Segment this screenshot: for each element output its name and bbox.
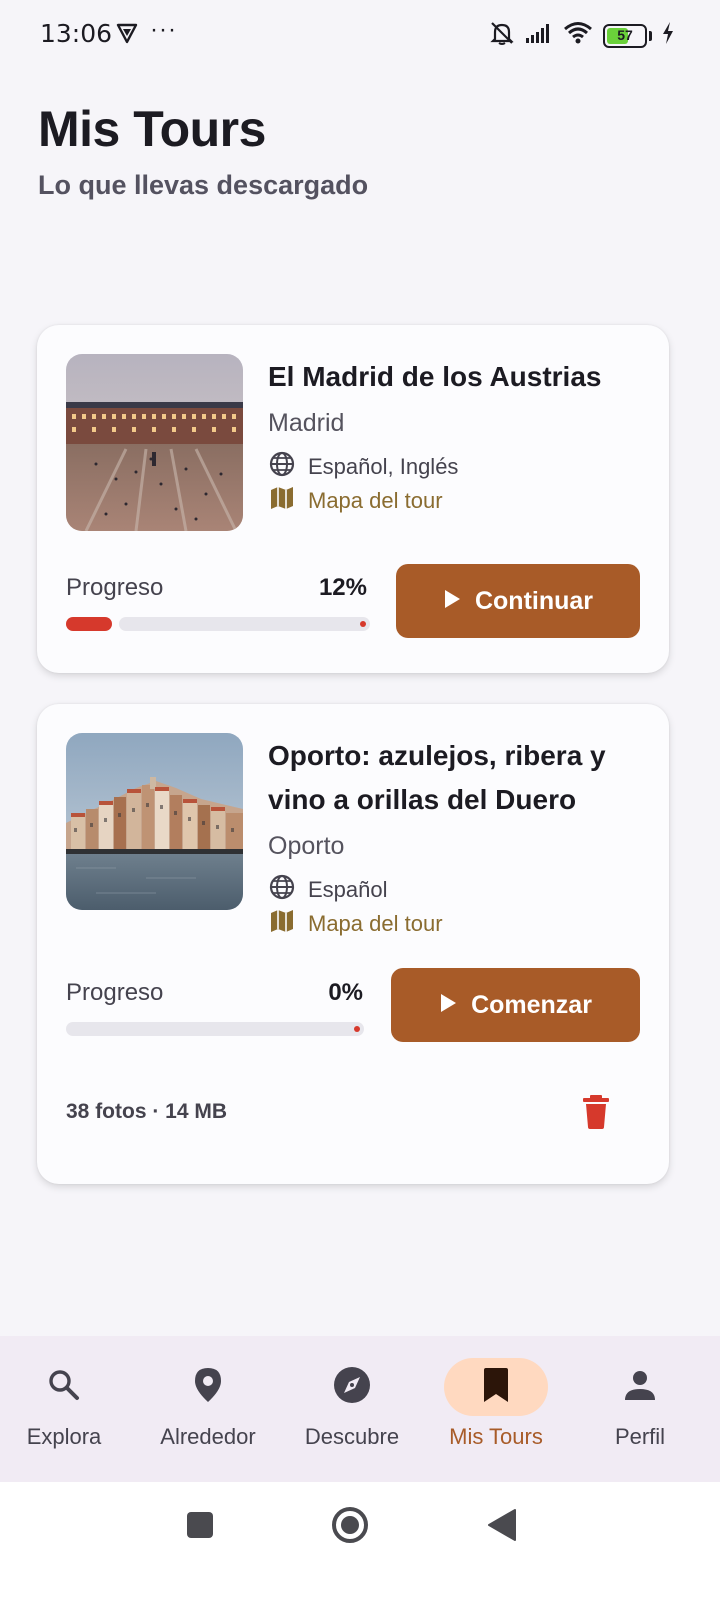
nav-item-perfil[interactable]: Perfil <box>568 1336 712 1482</box>
play-icon <box>439 991 457 1020</box>
nav-item-descubre[interactable]: Descubre <box>280 1336 424 1482</box>
tour-languages: Español, Inglés <box>268 450 458 484</box>
map-link-label[interactable]: Mapa del tour <box>308 911 443 937</box>
bottom-navigation: Explora Alrededor Descubre Mis Tours Per… <box>0 1336 720 1482</box>
tour-title: Oporto: azulejos, ribera y vino a orilla… <box>268 740 606 815</box>
nav-icon-container <box>444 1358 548 1416</box>
globe-icon <box>268 873 296 907</box>
nav-label: Explora <box>26 1424 102 1449</box>
progress-label: Progreso <box>66 979 164 1006</box>
tour-thumbnail <box>66 733 243 910</box>
nav-icon-container <box>156 1358 260 1416</box>
tour-thumbnail <box>66 354 243 531</box>
tour-map-link[interactable]: Mapa del tour <box>268 907 443 941</box>
map-link-label[interactable]: Mapa del tour <box>308 488 443 514</box>
system-navigation-bar <box>0 1482 720 1600</box>
progress-label: Progreso <box>66 574 164 601</box>
battery-icon: 57 <box>603 23 647 48</box>
progress-percent: 0% <box>328 979 363 1006</box>
bell-off-icon <box>489 20 515 51</box>
nav-label: Alrededor <box>160 1424 256 1449</box>
tour-city: Madrid <box>268 409 345 437</box>
nav-label: Mis Tours <box>449 1424 543 1449</box>
globe-icon <box>268 450 296 484</box>
nav-item-alrededor[interactable]: Alrededor <box>136 1336 280 1482</box>
nav-icon-container <box>588 1358 692 1416</box>
battery-tip <box>649 30 652 41</box>
back-button[interactable] <box>487 1508 517 1547</box>
more-notifications-icon: ··· <box>150 16 177 43</box>
person-icon <box>623 1368 657 1407</box>
nav-item-mis-tours[interactable]: Mis Tours <box>424 1336 568 1482</box>
compass-icon <box>332 1365 372 1410</box>
tour-title: El Madrid de los Austrias <box>268 361 602 392</box>
map-icon <box>268 484 296 518</box>
bookmark-icon <box>482 1367 510 1408</box>
tour-languages-text: Español <box>308 877 388 902</box>
nav-item-explora[interactable]: Explora <box>0 1336 136 1482</box>
map-icon <box>268 907 296 941</box>
tour-city: Oporto <box>268 832 345 860</box>
tour-card[interactable]: Oporto: azulejos, ribera y vino a orilla… <box>37 704 669 1184</box>
play-icon <box>443 587 461 616</box>
progress-track <box>66 1022 364 1036</box>
continue-button[interactable]: Continuar <box>396 564 640 638</box>
start-button[interactable]: Comenzar <box>391 968 640 1042</box>
nav-label: Descubre <box>304 1424 400 1449</box>
page-title: Mis Tours <box>38 101 266 157</box>
nav-icon-container <box>12 1358 116 1416</box>
location-pin-icon <box>193 1366 223 1409</box>
nav-label: Perfil <box>614 1424 666 1449</box>
page-subtitle: Lo que llevas descargado <box>38 170 369 200</box>
start-button-label: Comenzar <box>471 990 592 1019</box>
progress-fill <box>66 617 112 631</box>
tour-map-link[interactable]: Mapa del tour <box>268 484 443 518</box>
progress-end-dot <box>360 621 366 627</box>
tour-languages: Español <box>268 873 388 907</box>
download-info: 38 fotos · 14 MB <box>66 1100 228 1123</box>
wifi-icon <box>563 21 593 50</box>
tour-languages-text: Español, Inglés <box>308 454 459 479</box>
tour-card[interactable]: El Madrid de los Austrias Madrid Español… <box>37 325 669 673</box>
search-icon <box>46 1367 82 1408</box>
progress-bar <box>66 1022 364 1036</box>
progress-track <box>119 617 370 631</box>
vpn-icon <box>116 22 138 49</box>
recents-button[interactable] <box>186 1511 214 1544</box>
status-bar: 13:06 ··· 57 <box>0 0 720 70</box>
signal-icon <box>525 22 553 49</box>
progress-end-dot <box>354 1026 360 1032</box>
charging-icon <box>662 22 674 49</box>
home-button[interactable] <box>331 1506 369 1549</box>
screen: 13:06 ··· 57 Mis Tours Lo que llevas des… <box>0 0 720 1600</box>
progress-bar <box>66 617 370 631</box>
delete-icon[interactable] <box>581 1094 611 1130</box>
status-time: 13:06 <box>40 19 113 48</box>
battery-level: 57 <box>617 26 633 43</box>
nav-icon-container <box>300 1358 404 1416</box>
continue-button-label: Continuar <box>474 586 594 615</box>
status-icons: 57 <box>489 20 674 51</box>
progress-percent: 12% <box>318 574 367 601</box>
